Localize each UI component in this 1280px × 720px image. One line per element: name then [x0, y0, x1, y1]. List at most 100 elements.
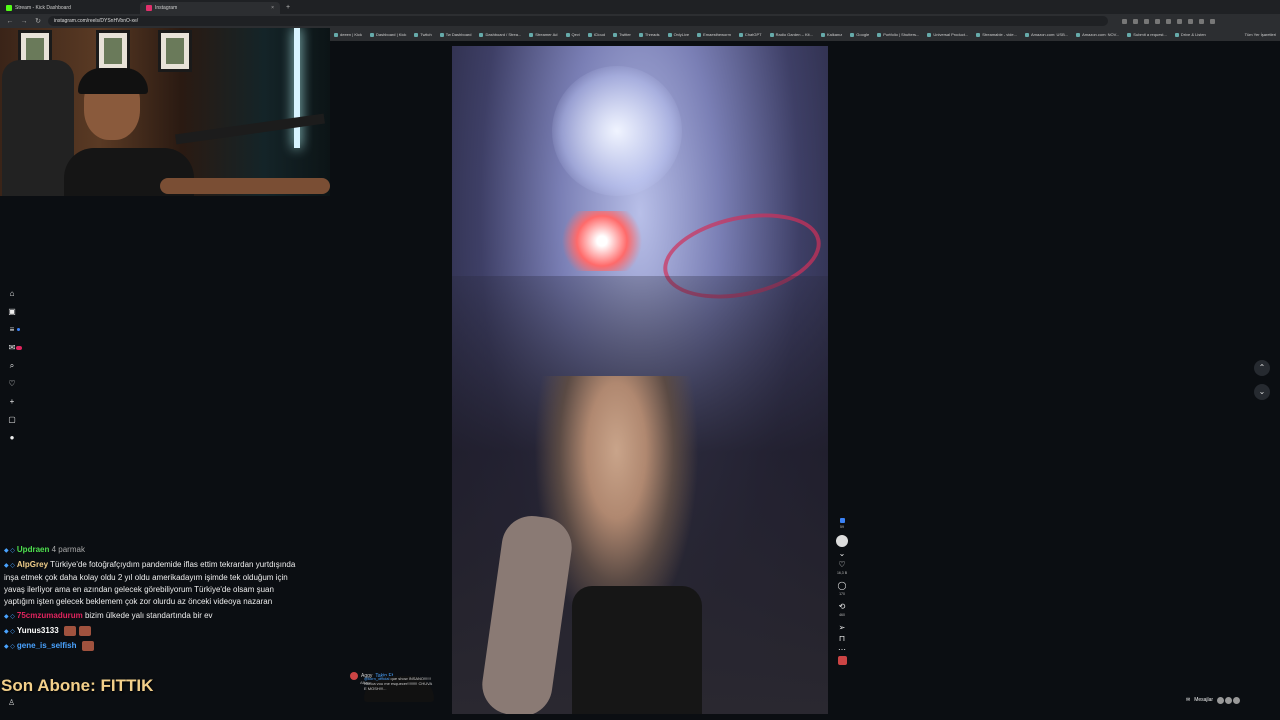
- bookmark-item[interactable]: Universal Product...: [927, 32, 968, 37]
- extension-icon[interactable]: [1177, 18, 1182, 24]
- avatar[interactable]: [350, 672, 358, 680]
- bookmark-item[interactable]: Google: [850, 32, 869, 37]
- reel-actions: 59 ⌄ ♡ 16,3 B ◯ 170 ⟲ 460 ➢ ⊓ ⋯: [835, 518, 849, 665]
- save-icon[interactable]: ⊓: [839, 634, 845, 643]
- bookmark-label: Drive & Listen: [1180, 32, 1206, 37]
- extension-icon[interactable]: [1199, 18, 1204, 24]
- menu-icon[interactable]: ≡: [6, 326, 20, 334]
- profile-icon[interactable]: ●: [6, 434, 18, 442]
- bookmark-label: Tw Dashboard: [445, 32, 472, 37]
- next-reel-button[interactable]: ⌄: [1254, 384, 1270, 400]
- instagram-favicon: [146, 5, 152, 11]
- search-icon[interactable]: ⌕: [6, 362, 18, 370]
- bookmark-icon: [587, 32, 592, 37]
- bookmark-label: Dashboard | Kick: [375, 32, 407, 37]
- chat-username[interactable]: Yunus3133: [17, 626, 59, 635]
- heart-icon[interactable]: ♡: [6, 380, 18, 388]
- bookmark-item[interactable]: Radio Garden – Kit...: [769, 32, 813, 37]
- home-icon[interactable]: ⌂: [6, 290, 18, 298]
- extension-icon[interactable]: [1144, 18, 1149, 24]
- bookmark-item[interactable]: Qevi: [565, 32, 580, 37]
- activity-icon[interactable]: ▢: [6, 416, 18, 424]
- repost-icon[interactable]: ⟲: [839, 602, 846, 611]
- bookmark-item[interactable]: Streamer Ad: [529, 32, 558, 37]
- bookmark-item[interactable]: Amazon.com: NOV...: [1076, 32, 1119, 37]
- chat-text: 4 parmak: [51, 545, 85, 554]
- bookmark-item[interactable]: iCloud: [587, 32, 605, 37]
- bookmark-item[interactable]: Emaestheworm: [697, 32, 731, 37]
- bookmark-item[interactable]: Streamable - vide...: [976, 32, 1017, 37]
- extension-icon[interactable]: [1133, 18, 1138, 24]
- bookmark-item[interactable]: Portfolio | Shutters...: [877, 32, 919, 37]
- url-field[interactable]: instagram.com/reels/DYSnHVbnO-xe/: [48, 16, 1108, 26]
- audio-thumbnail[interactable]: [837, 656, 847, 665]
- extension-icon[interactable]: [1122, 18, 1127, 24]
- chat-username[interactable]: AlpGrey: [17, 560, 48, 569]
- back-icon[interactable]: ←: [6, 18, 14, 25]
- bookmarks-bar: deeen | Kick Dashboard | Kick Twitch Tw Das…: [330, 28, 1280, 41]
- bookmark-label: Amazon.com: USB...: [1030, 32, 1069, 37]
- bookmark-item[interactable]: Twitch: [414, 32, 432, 37]
- bookmark-icon: [638, 32, 643, 37]
- chat-message: ◆ ◇ AlpGrey Türkiye'de fotoğrafçıydım pan…: [4, 559, 304, 608]
- wall-frame: [96, 30, 130, 72]
- tab-instagram[interactable]: Instagram ×: [140, 2, 280, 14]
- bookmark-icon: [820, 32, 825, 37]
- bookmark-item[interactable]: Threads: [638, 32, 660, 37]
- reel-video[interactable]: [452, 46, 828, 714]
- bookmark-item[interactable]: Tw Dashboard: [439, 32, 472, 37]
- extension-icon[interactable]: [1155, 18, 1160, 24]
- forward-icon[interactable]: →: [20, 18, 28, 25]
- chat-username[interactable]: Updraen: [17, 545, 49, 554]
- bookmark-label: Twitter: [619, 32, 631, 37]
- chat-username[interactable]: gene_is_selfish: [17, 641, 77, 650]
- tab-label: Instagram: [155, 5, 178, 11]
- bookmark-label: OnlyLive: [673, 32, 690, 37]
- all-bookmarks-button[interactable]: Tüm Yer İşaretleri: [1245, 32, 1276, 37]
- bookmark-item[interactable]: Drive & Listen: [1174, 32, 1206, 37]
- profile-icon[interactable]: [1210, 18, 1215, 24]
- create-icon[interactable]: +: [6, 398, 18, 406]
- comment-icon[interactable]: ◯: [838, 581, 847, 590]
- messages-button[interactable]: ✉ Mesajlar: [1186, 693, 1241, 707]
- bookmark-icon: [1024, 32, 1029, 37]
- bookmark-item[interactable]: OnlyLive: [667, 32, 690, 37]
- chat-username[interactable]: 75cmzumadurum: [17, 611, 83, 620]
- notifications-icon[interactable]: ✉: [6, 344, 22, 352]
- reels-scroll-icon[interactable]: [836, 535, 848, 547]
- previous-reel-button[interactable]: ⌃: [1254, 360, 1270, 376]
- bookmark-label: Twitch: [420, 32, 432, 37]
- bookmark-label: Streamable - vide...: [982, 32, 1017, 37]
- reels-icon[interactable]: ▣: [6, 308, 18, 316]
- bookmark-label: deeen | Kick: [340, 32, 362, 37]
- bookmark-item[interactable]: Submit a request...: [1127, 32, 1167, 37]
- bookmark-item[interactable]: Twitter: [613, 32, 631, 37]
- chevron-down-icon[interactable]: ⌄: [839, 549, 846, 558]
- chat-message: ◆ ◇ gene_is_selfish: [4, 640, 304, 653]
- extension-icon[interactable]: [1188, 18, 1193, 24]
- stream-chat: ◆ ◇ Updraen 4 parmak ◆ ◇ AlpGrey Türkiye'de…: [4, 544, 304, 655]
- bookmark-label: Threads: [644, 32, 660, 37]
- bookmark-icon: [976, 32, 981, 37]
- bookmark-icon: [667, 32, 672, 37]
- webcam-feed: [0, 28, 330, 196]
- unread-dot: [17, 328, 20, 331]
- reload-icon[interactable]: ↻: [34, 17, 42, 25]
- bookmark-item[interactable]: Dashboard / Strea...: [479, 32, 521, 37]
- bookmark-item[interactable]: ChatGPT: [738, 32, 762, 37]
- bookmark-item[interactable]: Kalkanız: [820, 32, 842, 37]
- more-icon[interactable]: ⋯: [838, 645, 846, 654]
- tab-kick-dashboard[interactable]: Stream - Kick Dashboard: [0, 2, 140, 14]
- close-tab-icon[interactable]: ×: [271, 5, 274, 11]
- like-icon[interactable]: ♡: [838, 560, 845, 569]
- extensions-bar: [1122, 18, 1215, 24]
- messages-avatars: [1217, 696, 1241, 704]
- bookmark-item[interactable]: Amazon.com: USB...: [1024, 32, 1069, 37]
- share-icon[interactable]: ➢: [839, 623, 846, 632]
- bookmark-item[interactable]: Dashboard | Kick: [369, 32, 407, 37]
- new-tab-button[interactable]: +: [280, 4, 296, 11]
- user-badge-icon: ◆ ◇: [4, 644, 15, 650]
- like-count: 16,3 B: [836, 571, 848, 575]
- bookmark-item[interactable]: deeen | Kick: [334, 32, 362, 37]
- extension-icon[interactable]: [1166, 18, 1171, 24]
